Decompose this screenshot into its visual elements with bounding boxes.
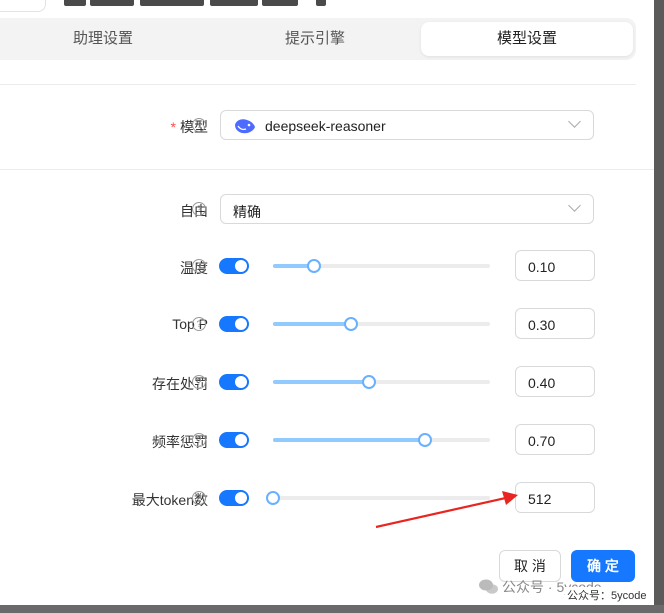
model-value: deepseek-reasoner bbox=[265, 118, 386, 134]
param-slider[interactable] bbox=[273, 259, 490, 273]
param-toggle[interactable] bbox=[219, 374, 249, 390]
divider bbox=[0, 84, 636, 85]
param-slider[interactable] bbox=[273, 375, 490, 389]
slider-handle[interactable] bbox=[343, 317, 358, 331]
annotation-arrow-icon bbox=[375, 491, 518, 529]
freedom-select[interactable]: 精确 bbox=[220, 194, 594, 224]
model-select[interactable]: deepseek-reasoner bbox=[220, 110, 594, 140]
slider-fill bbox=[273, 380, 370, 384]
settings-tabs: 助理设置 提示引擎 模型设置 bbox=[0, 18, 636, 60]
cropped-title-bar bbox=[0, 0, 654, 14]
slider-handle[interactable] bbox=[306, 259, 321, 273]
param-value-input[interactable]: 0.70 bbox=[515, 424, 595, 455]
window-frame-bottom bbox=[0, 605, 664, 613]
back-button[interactable] bbox=[0, 0, 46, 12]
wechat-icon bbox=[479, 579, 498, 594]
param-toggle[interactable] bbox=[219, 490, 249, 506]
tab-prompt-engine[interactable]: 提示引擎 bbox=[212, 22, 418, 56]
param-slider[interactable] bbox=[273, 433, 490, 447]
param-slider[interactable] bbox=[273, 317, 490, 331]
slider-handle[interactable] bbox=[266, 491, 280, 505]
param-toggle[interactable] bbox=[219, 316, 249, 332]
required-marker: * bbox=[170, 119, 176, 135]
param-value-input[interactable]: 0.40 bbox=[515, 366, 595, 397]
slider-fill bbox=[273, 438, 425, 442]
chevron-down-icon bbox=[568, 199, 581, 212]
slider-handle[interactable] bbox=[417, 433, 432, 447]
tab-model-settings[interactable]: 模型设置 bbox=[421, 22, 633, 56]
help-icon[interactable]: ? bbox=[192, 317, 206, 331]
help-icon[interactable]: ? bbox=[192, 259, 206, 273]
help-icon[interactable]: ? bbox=[192, 118, 206, 132]
freedom-value: 精确 bbox=[233, 204, 261, 220]
deepseek-whale-icon bbox=[235, 119, 255, 134]
param-value-input[interactable]: 0.30 bbox=[515, 308, 595, 339]
param-value-input[interactable]: 0.10 bbox=[515, 250, 595, 281]
tab-assistant-settings[interactable]: 助理设置 bbox=[0, 22, 206, 56]
help-icon[interactable]: ? bbox=[192, 202, 206, 216]
help-icon[interactable]: ? bbox=[192, 491, 206, 505]
slider-fill bbox=[273, 322, 351, 326]
param-toggle[interactable] bbox=[219, 258, 249, 274]
help-icon[interactable]: ? bbox=[192, 375, 206, 389]
watermark-bottom: 公众号：5ycode bbox=[565, 587, 649, 603]
divider bbox=[0, 169, 654, 170]
chevron-down-icon bbox=[568, 115, 581, 128]
slider-handle[interactable] bbox=[362, 375, 377, 389]
help-icon[interactable]: ? bbox=[192, 433, 206, 447]
param-toggle[interactable] bbox=[219, 432, 249, 448]
window-frame-right bbox=[654, 0, 664, 613]
